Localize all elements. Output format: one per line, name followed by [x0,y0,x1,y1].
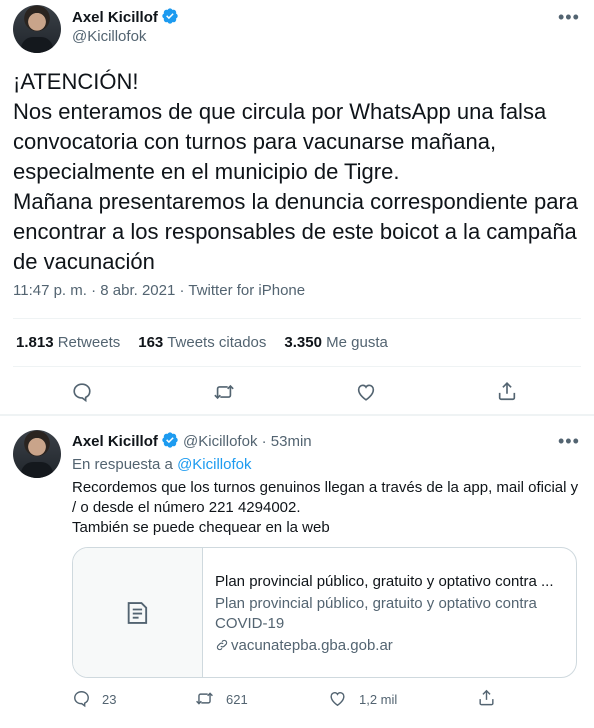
reply-time[interactable]: · 53min [262,433,312,450]
author-name[interactable]: Axel Kicillof [72,9,158,26]
reply-icon[interactable] [71,381,93,403]
reply-header: Axel Kicillof @Kicillofok · 53min [72,431,312,450]
card-domain-text: vacunatepba.gba.gob.ar [231,637,393,654]
document-icon [127,602,148,624]
retweet-count: 621 [226,692,248,707]
tweet-separator [0,414,594,416]
card-title: Plan provincial público, gratuito y opta… [215,573,554,590]
retweet-icon[interactable] [213,381,235,403]
tweet-timestamp[interactable]: 11:47 p. m. · 8 abr. 2021 · Twitter for … [13,282,305,299]
quotes-label: Tweets citados [167,334,267,351]
retweet-icon[interactable] [195,689,214,708]
share-icon[interactable] [496,380,518,402]
card-description: Plan provincial público, gratuito y opta… [215,595,537,632]
reply-icon[interactable] [72,689,91,708]
tweet-stats: 1.813 Retweets 163 Tweets citados 3.350 Me… [16,334,388,351]
retweets-count: 1.813 [16,334,54,351]
reply-count: 23 [102,692,117,707]
like-icon[interactable] [355,381,377,403]
in-reply-to-handle[interactable]: @Kicillofok [177,456,251,473]
quotes-stat[interactable]: 163 Tweets citados [138,334,266,351]
author-name-row[interactable]: Axel Kicillof [72,7,179,26]
likes-label: Me gusta [326,334,388,351]
more-options-icon[interactable]: ••• [558,432,580,450]
reply-text: Recordemos que los turnos genuinos llega… [72,479,579,536]
retweets-stat[interactable]: 1.813 Retweets [16,334,120,351]
divider [13,318,581,319]
verified-badge-icon [162,432,178,448]
quotes-count: 163 [138,334,164,351]
reply-author-avatar[interactable] [13,430,61,478]
reply-author-name[interactable]: Axel Kicillof [72,433,158,450]
verified-badge-icon [162,8,178,24]
author-avatar[interactable] [13,5,61,53]
likes-count: 3.350 [284,334,322,351]
like-icon[interactable] [328,689,347,708]
like-count: 1,2 mil [359,692,398,707]
link-preview-card[interactable]: Plan provincial público, gratuito y opta… [72,547,577,678]
author-handle[interactable]: @Kicillofok [72,28,146,45]
in-reply-to: En respuesta a @Kicillofok [72,456,252,473]
link-icon [216,639,228,651]
share-icon[interactable] [477,688,496,707]
in-reply-to-prefix: En respuesta a [72,456,173,473]
tweet-text: ¡ATENCIÓN! Nos enteramos de que circula … [13,69,579,274]
likes-stat[interactable]: 3.350 Me gusta [284,334,387,351]
card-thumbnail [73,548,203,677]
card-domain: vacunatepba.gba.gob.ar [215,636,565,656]
reply-author-handle[interactable]: @Kicillofok [183,433,257,450]
more-options-icon[interactable]: ••• [558,8,580,26]
retweets-label: Retweets [57,334,121,351]
divider [13,366,581,367]
